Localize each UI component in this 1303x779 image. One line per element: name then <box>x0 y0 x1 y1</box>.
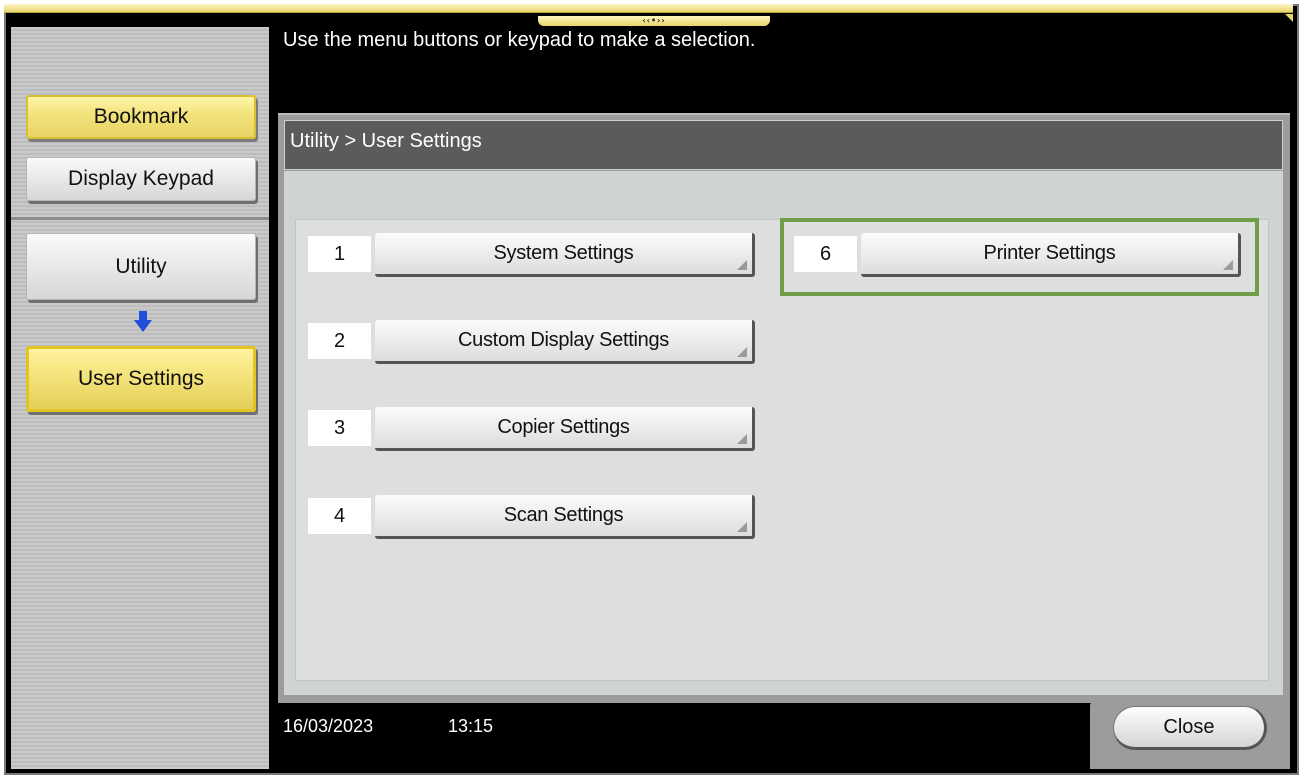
corner-triangle-icon <box>737 434 747 444</box>
close-button[interactable]: Close <box>1113 706 1267 750</box>
scan-settings-button[interactable]: Scan Settings <box>375 495 755 539</box>
custom-display-settings-label: Custom Display Settings <box>458 329 669 351</box>
top-strip <box>4 4 1293 13</box>
menu-number-1: 1 <box>308 236 371 272</box>
user-settings-label: User Settings <box>77 367 205 390</box>
corner-triangle-icon <box>737 522 747 532</box>
bookmark-button-label: Bookmark <box>93 105 189 128</box>
copier-settings-button[interactable]: Copier Settings <box>375 407 755 451</box>
left-divider <box>11 217 269 220</box>
custom-display-settings-button[interactable]: Custom Display Settings <box>375 320 755 364</box>
menu-number-2: 2 <box>308 323 371 359</box>
selection-highlight <box>780 218 1259 296</box>
utility-label: Utility <box>115 254 167 278</box>
footer-time: 13:15 <box>448 716 494 736</box>
system-settings-label: System Settings <box>493 242 634 264</box>
close-button-label: Close <box>1163 715 1215 738</box>
corner-triangle-icon <box>737 260 747 270</box>
menu-number-3: 3 <box>308 410 371 446</box>
footer-date: 16/03/2023 <box>283 716 374 736</box>
system-settings-button[interactable]: System Settings <box>375 233 755 277</box>
display-keypad-button[interactable]: Display Keypad <box>26 157 256 201</box>
arrow-down-icon <box>134 311 152 332</box>
instruction-message: Use the menu buttons or keypad to make a… <box>283 29 756 51</box>
panel-handle[interactable]: ‹‹•›› <box>538 16 770 26</box>
bookmark-button[interactable]: Bookmark <box>26 95 256 139</box>
scan-settings-label: Scan Settings <box>503 504 624 526</box>
display-keypad-label: Display Keypad <box>68 167 214 190</box>
corner-triangle-icon <box>737 347 747 357</box>
corner-arrow-icon <box>1285 14 1293 22</box>
menu-number-4: 4 <box>308 498 371 534</box>
copier-settings-label: Copier Settings <box>497 416 630 438</box>
user-settings-button[interactable]: User Settings <box>26 346 256 412</box>
utility-button[interactable]: Utility <box>26 233 256 300</box>
breadcrumb: Utility > User Settings <box>290 130 482 152</box>
